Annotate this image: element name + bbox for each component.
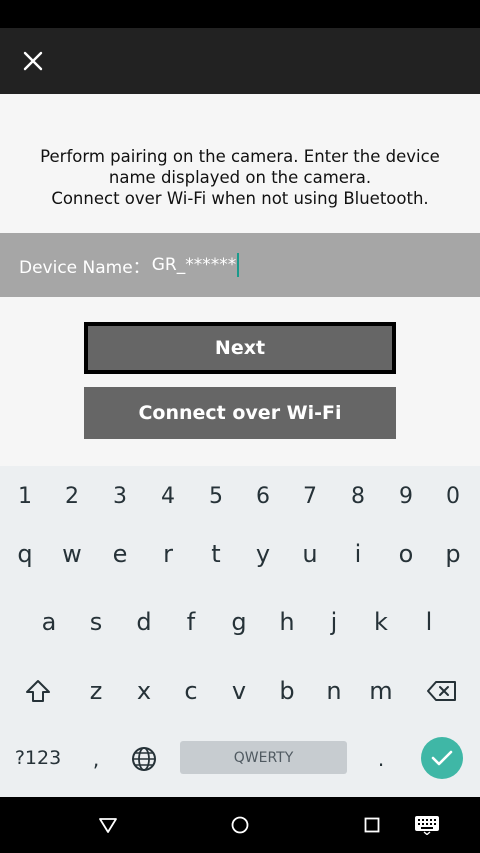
- text-caret: [237, 253, 240, 277]
- symbols-key[interactable]: ?123: [8, 736, 68, 780]
- close-icon: [23, 51, 43, 71]
- key-t[interactable]: t: [192, 529, 240, 579]
- key-p[interactable]: p: [429, 529, 477, 579]
- key-b[interactable]: b: [263, 666, 311, 716]
- key-a[interactable]: a: [25, 597, 73, 647]
- globe-icon: [132, 747, 156, 771]
- key-j[interactable]: j: [310, 597, 358, 647]
- key-f[interactable]: f: [167, 597, 215, 647]
- key-s[interactable]: s: [72, 597, 120, 647]
- key-1[interactable]: 1: [1, 471, 49, 521]
- checkmark-icon: [431, 750, 453, 766]
- key-8[interactable]: 8: [334, 471, 382, 521]
- instructions: Perform pairing on the camera. Enter the…: [0, 146, 480, 209]
- shift-icon: [26, 680, 50, 702]
- nav-recents-button[interactable]: [352, 807, 392, 843]
- backspace-icon: [427, 681, 456, 701]
- next-button[interactable]: Next: [84, 322, 396, 374]
- key-h[interactable]: h: [263, 597, 311, 647]
- nav-home-button[interactable]: [220, 807, 260, 843]
- comma-key[interactable]: ,: [72, 734, 120, 784]
- key-o[interactable]: o: [382, 529, 430, 579]
- enter-key[interactable]: [421, 737, 463, 779]
- key-q[interactable]: q: [1, 529, 49, 579]
- key-l[interactable]: l: [405, 597, 453, 647]
- recents-square-icon: [364, 817, 380, 833]
- backspace-key[interactable]: [418, 666, 466, 716]
- key-g[interactable]: g: [215, 597, 263, 647]
- key-x[interactable]: x: [120, 666, 168, 716]
- key-9[interactable]: 9: [382, 471, 430, 521]
- key-u[interactable]: u: [286, 529, 334, 579]
- key-n[interactable]: n: [310, 666, 358, 716]
- soft-keyboard: 1 2 3 4 5 6 7 8 9 0 q w e r t y u i o p …: [0, 466, 480, 797]
- key-d[interactable]: d: [120, 597, 168, 647]
- device-name-label: Device Name：: [19, 257, 150, 278]
- key-6[interactable]: 6: [239, 471, 287, 521]
- key-m[interactable]: m: [357, 666, 405, 716]
- nav-back-button[interactable]: [88, 807, 128, 843]
- pairing-content: Perform pairing on the camera. Enter the…: [0, 94, 480, 466]
- connect-wifi-button[interactable]: Connect over Wi-Fi: [84, 387, 396, 439]
- key-5[interactable]: 5: [192, 471, 240, 521]
- instruction-line-2: name displayed on the camera.: [108, 168, 372, 187]
- keyboard-icon: [415, 816, 439, 835]
- key-e[interactable]: e: [96, 529, 144, 579]
- key-w[interactable]: w: [48, 529, 96, 579]
- home-circle-icon: [231, 816, 249, 834]
- key-2[interactable]: 2: [48, 471, 96, 521]
- nav-keyboard-button[interactable]: [407, 807, 447, 843]
- back-triangle-icon: [99, 818, 117, 833]
- key-z[interactable]: z: [72, 666, 120, 716]
- status-bar: [0, 0, 480, 28]
- shift-key[interactable]: [14, 666, 62, 716]
- key-0[interactable]: 0: [429, 471, 477, 521]
- key-k[interactable]: k: [357, 597, 405, 647]
- period-key[interactable]: .: [357, 734, 405, 784]
- language-key[interactable]: [120, 734, 168, 784]
- key-3[interactable]: 3: [96, 471, 144, 521]
- navigation-bar: [0, 797, 480, 853]
- space-key[interactable]: QWERTY: [180, 741, 347, 774]
- key-r[interactable]: r: [144, 529, 192, 579]
- app-bar: [0, 28, 480, 94]
- device-name-field[interactable]: Device Name： GR_******: [0, 233, 480, 297]
- key-y[interactable]: y: [239, 529, 287, 579]
- instruction-line-3: Connect over Wi-Fi when not using Blueto…: [51, 189, 429, 208]
- instruction-line-1: Perform pairing on the camera. Enter the…: [40, 147, 440, 166]
- key-i[interactable]: i: [334, 529, 382, 579]
- key-7[interactable]: 7: [286, 471, 334, 521]
- close-button[interactable]: [12, 40, 54, 82]
- key-c[interactable]: c: [167, 666, 215, 716]
- key-v[interactable]: v: [215, 666, 263, 716]
- device-name-value[interactable]: GR_******: [152, 255, 237, 275]
- key-4[interactable]: 4: [144, 471, 192, 521]
